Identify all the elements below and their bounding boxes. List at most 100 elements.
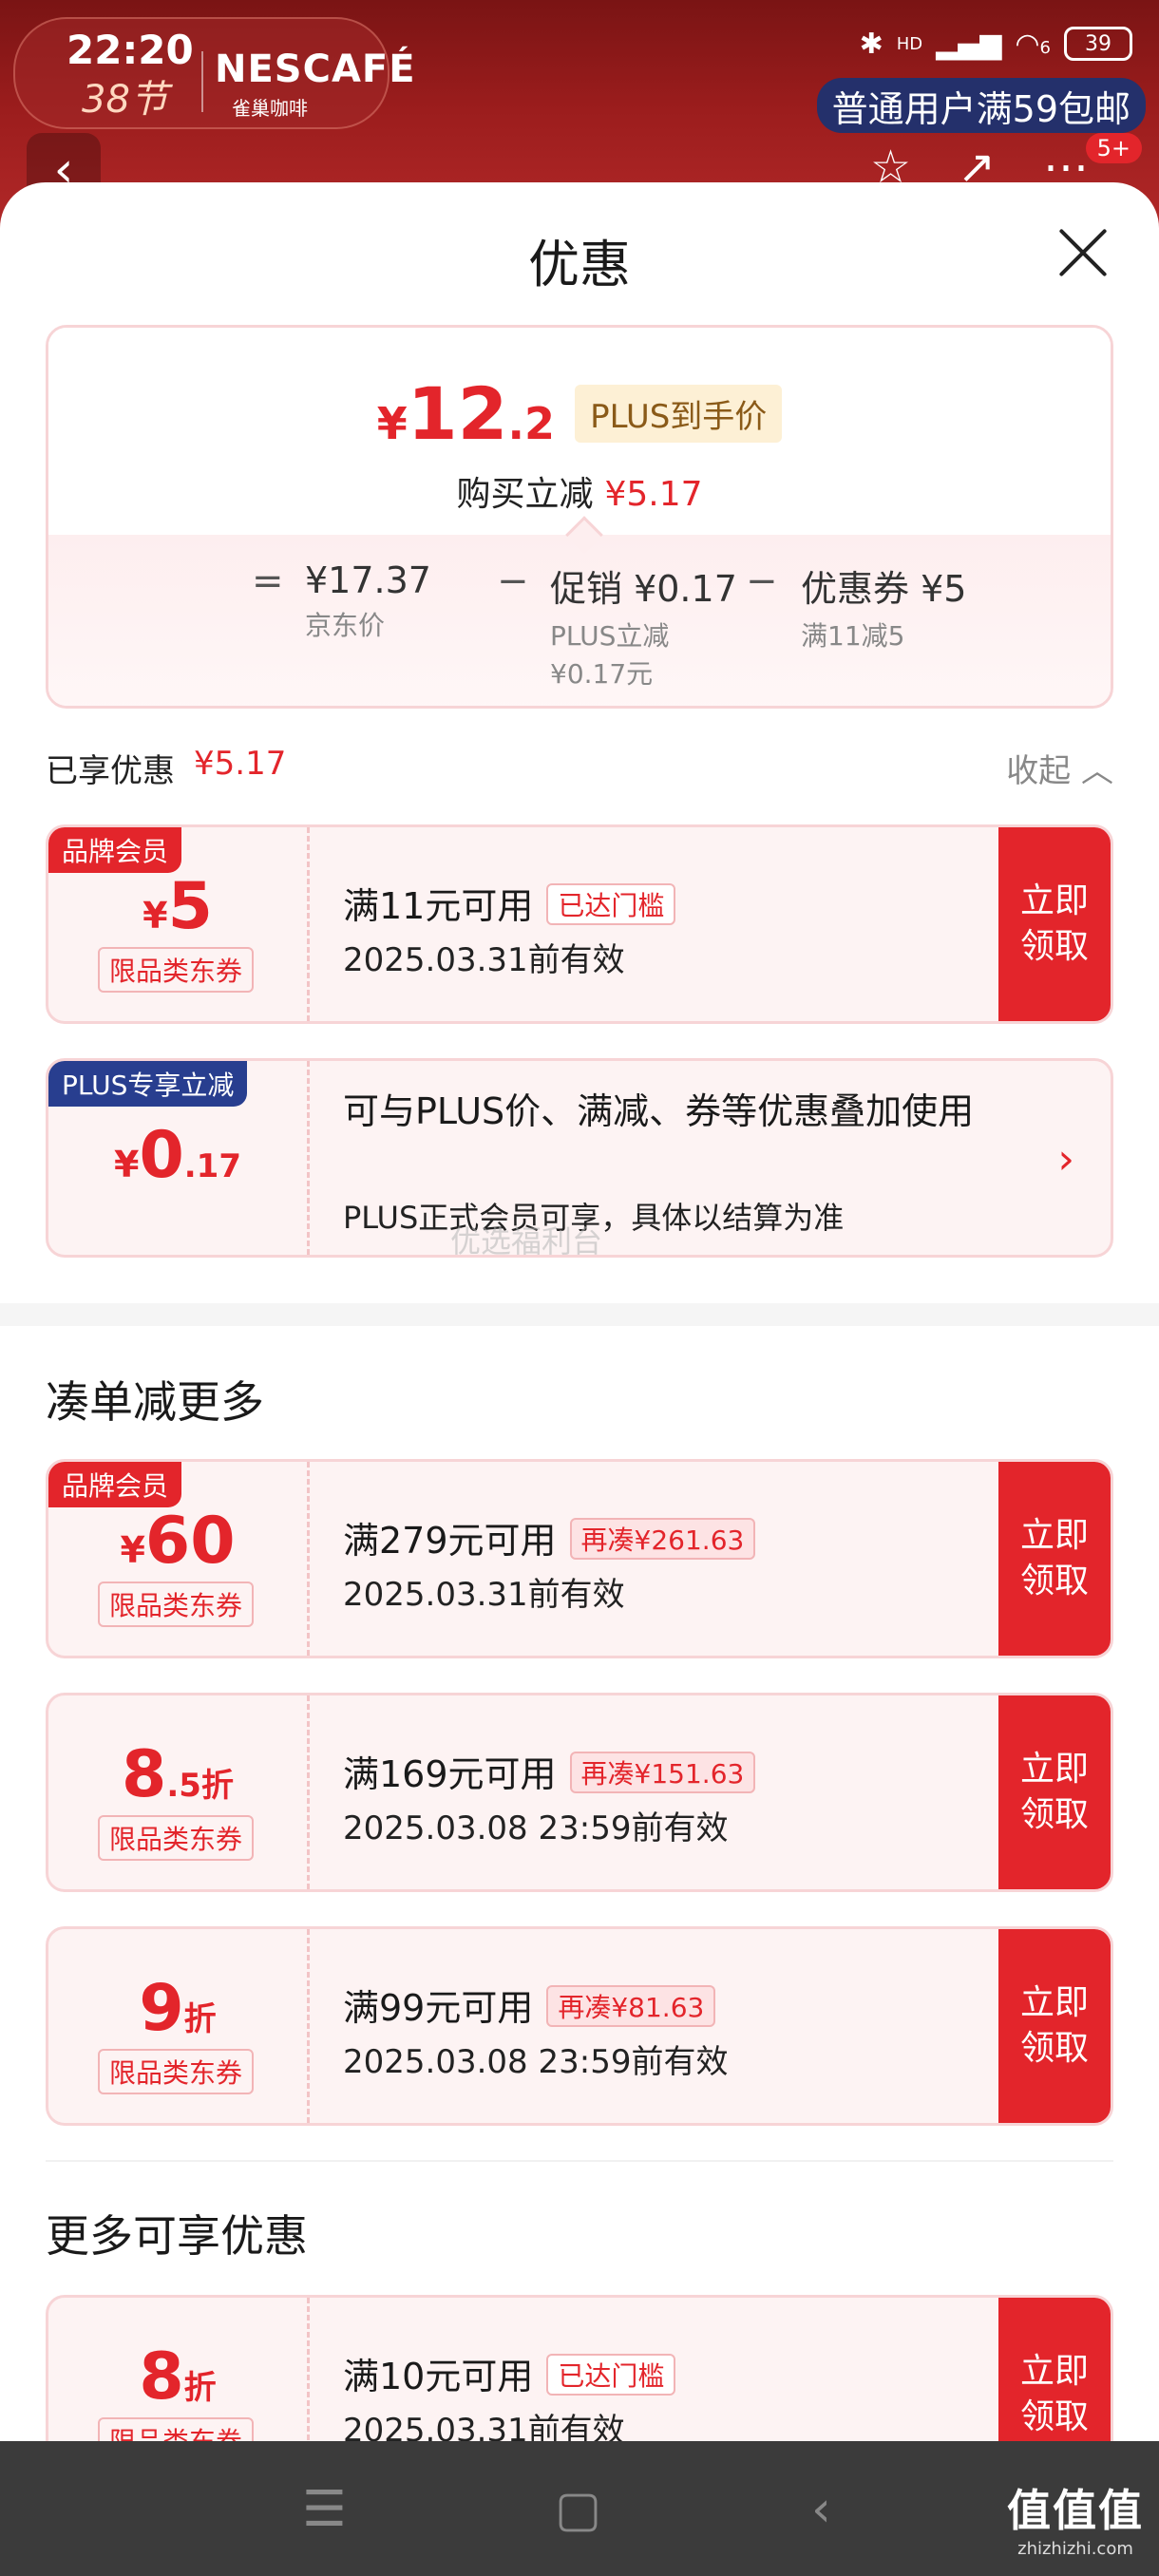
price-formula: = ¥17.37 京东价 − 促销 ¥0.17 PLUS立减 ¥0.17元 − … <box>252 559 1069 692</box>
coupon-condition-text: 满99元可用 <box>343 1987 534 2029</box>
coupon-status: 已达门槛 <box>546 883 676 925</box>
promo-value: 促销 ¥0.17 <box>550 568 737 610</box>
formula-promo: 促销 ¥0.17 PLUS立减 ¥0.17元 <box>550 559 737 693</box>
coupon-discount-int: 8 <box>139 2339 184 2415</box>
collapse-button[interactable]: 收起 ︿ <box>1006 745 1113 791</box>
status-icons: ✱ HD ▂▄▆ ◠6 39 <box>860 27 1132 61</box>
home-square-icon[interactable]: ▢ <box>555 2481 601 2538</box>
coupon-amount: ¥5 <box>48 869 307 944</box>
coupon-expire: 2025.03.08 23:59前有效 <box>343 1809 729 1847</box>
coupon-condition: 满169元可用 再凑¥151.63 <box>343 1745 756 1797</box>
instant-reduce-line: 购买立减 ¥5.17 <box>48 466 1111 516</box>
coupon-condition: 满279元可用 再凑¥261.63 <box>343 1511 756 1563</box>
coupon-condition: 满10元可用 已达门槛 <box>343 2347 676 2399</box>
coupon-condition-text: 满279元可用 <box>343 1520 557 1562</box>
back-arrow-icon[interactable]: ‹ <box>811 2481 831 2538</box>
summary-top: ¥12.2 PLUS到手价 购买立减 ¥5.17 <box>48 328 1111 535</box>
coupon-card: 8.5折 限品类东券 满169元可用 再凑¥151.63 2025.03.08 2… <box>46 1693 1113 1892</box>
watermark-url: zhizhizhi.com <box>1017 2539 1133 2559</box>
final-price-currency: ¥ <box>376 398 408 449</box>
section-gap <box>0 1303 1159 1326</box>
signal-label: HD <box>896 33 923 54</box>
coupon-expire: 2025.03.31前有效 <box>343 1576 625 1614</box>
formula-coupon: 优惠券 ¥5 满11减5 <box>801 559 966 655</box>
signal-icon: ▂▄▆ <box>936 27 1002 61</box>
system-nav-bar: ☰ ▢ ‹ 值值值 zhizhizhi.com <box>0 2441 1159 2576</box>
coupon-currency: ¥ <box>120 1529 145 1571</box>
coupon-left: 品牌会员 ¥5 限品类东券 <box>48 827 307 1021</box>
coupon-left: 品牌会员 ¥60 限品类东券 <box>48 1462 307 1656</box>
battery-level: 39 <box>1085 31 1112 56</box>
coupon-status: 已达门槛 <box>546 2354 676 2396</box>
claim-button[interactable]: 立即领取 <box>998 1462 1111 1656</box>
sheet-title: 优惠 <box>528 235 631 294</box>
coupon-discount-dec: 折 <box>183 2369 217 2407</box>
coupon-card: 8折 限品类东券 满10元可用已达门槛 2025.03.31前有效 立即领取 <box>46 2295 1113 2441</box>
coupon-left: 9折 限品类东券 <box>48 1929 307 2123</box>
final-price-int: 12 <box>407 371 508 456</box>
coupon-discount: 8.5折 <box>48 1737 307 1812</box>
coupon-left: 8.5折 限品类东券 <box>48 1695 307 1889</box>
bluetooth-icon: ✱ <box>859 27 884 61</box>
close-icon[interactable] <box>1054 224 1112 281</box>
claim-button[interactable]: 立即领取 <box>998 1929 1111 2123</box>
coupon-left: 8折 限品类东券 <box>48 2298 307 2441</box>
coupon-discount: 8折 <box>48 2339 307 2415</box>
plus-offer-amount: ¥0.17 <box>48 1118 307 1193</box>
claim-button[interactable]: 立即领取 <box>998 827 1111 1021</box>
promo-sub-1: PLUS立减 <box>550 620 670 652</box>
wifi-icon: ◠6 <box>1015 27 1051 61</box>
coupon-discount-int: 9 <box>139 1971 184 2046</box>
plus-offer-left: PLUS专享立减 ¥0.17 <box>48 1061 307 1255</box>
coupon-card: 品牌会员 ¥5 限品类东券 满11元可用 已达门槛 2025.03.31前有效 立… <box>46 824 1113 1024</box>
coupon-divider <box>307 827 310 1021</box>
coupon-discount-dec: .5折 <box>166 1767 234 1805</box>
watermark-logo-text: 值值值 <box>1007 2485 1144 2536</box>
formula-jd-price: ¥17.37 京东价 <box>305 559 431 645</box>
formula-equals: = <box>252 559 284 603</box>
coupon-expire: 2025.03.31前有效 <box>343 941 625 979</box>
coupon-scope: 限品类东券 <box>98 947 255 993</box>
section-title-enjoy: 更多可享优惠 <box>46 2210 308 2262</box>
coupon-amount-value: 5 <box>167 869 213 944</box>
coupon-sub: 满11减5 <box>801 620 905 652</box>
coupon-tag: 品牌会员 <box>48 827 182 873</box>
coupon-currency: ¥ <box>142 895 168 937</box>
coupon-card: 9折 限品类东券 满99元可用 再凑¥81.63 2025.03.08 23:59… <box>46 1926 1113 2126</box>
coupon-condition-text: 满169元可用 <box>343 1753 557 1795</box>
plus-offer-desc: 可与PLUS价、满减、券等优惠叠加使用 <box>343 1090 975 1132</box>
menu-icon[interactable]: ☰ <box>302 2481 347 2538</box>
coupon-divider <box>307 1929 310 2123</box>
coupon-condition-text: 满11元可用 <box>343 885 534 927</box>
coupon-condition: 满99元可用 再凑¥81.63 <box>343 1979 716 2031</box>
chevron-right-icon: › <box>1057 1135 1074 1184</box>
coupon-scope: 限品类东券 <box>98 2417 255 2441</box>
jd-price-value: ¥17.37 <box>305 559 431 601</box>
final-price: ¥12.2 <box>377 371 555 456</box>
site-watermark-logo: 值值值 zhizhizhi.com <box>1007 2476 1144 2559</box>
coupon-discount-dec: 折 <box>183 2000 217 2038</box>
coupon-discount-int: 8 <box>122 1737 167 1812</box>
promo-sub-2: ¥0.17元 <box>550 658 654 690</box>
enjoyed-amount: ¥5.17 <box>194 745 287 783</box>
collapse-label: 收起 <box>1006 752 1072 790</box>
battery-icon: 39 <box>1064 27 1132 61</box>
chevron-up-icon: ︿ <box>1081 752 1113 790</box>
section-divider <box>46 2160 1113 2162</box>
plus-price-badge: PLUS到手价 <box>575 385 783 443</box>
plus-offer-tag: PLUS专享立减 <box>48 1061 248 1107</box>
watermark-text: 优选福利台 <box>450 1223 603 1260</box>
coupon-scope: 限品类东券 <box>98 1815 255 1861</box>
claim-button[interactable]: 立即领取 <box>998 2298 1111 2441</box>
instant-reduce-amount: ¥5.17 <box>604 475 703 514</box>
plus-offer-divider <box>307 1061 310 1255</box>
enjoyed-discount-row: 已享优惠 ¥5.17 收起 ︿ <box>46 745 1113 802</box>
instant-reduce-label: 购买立减 <box>456 475 594 514</box>
coupon-amount: ¥60 <box>48 1504 307 1579</box>
coupon-condition: 满11元可用 已达门槛 <box>343 877 676 929</box>
coupon-amount-value: 60 <box>144 1504 236 1579</box>
status-time: 22:20 <box>66 27 194 73</box>
wifi-mark: 6 <box>1039 37 1051 58</box>
claim-button[interactable]: 立即领取 <box>998 1695 1111 1889</box>
coupon-condition-text: 满10元可用 <box>343 2356 534 2397</box>
